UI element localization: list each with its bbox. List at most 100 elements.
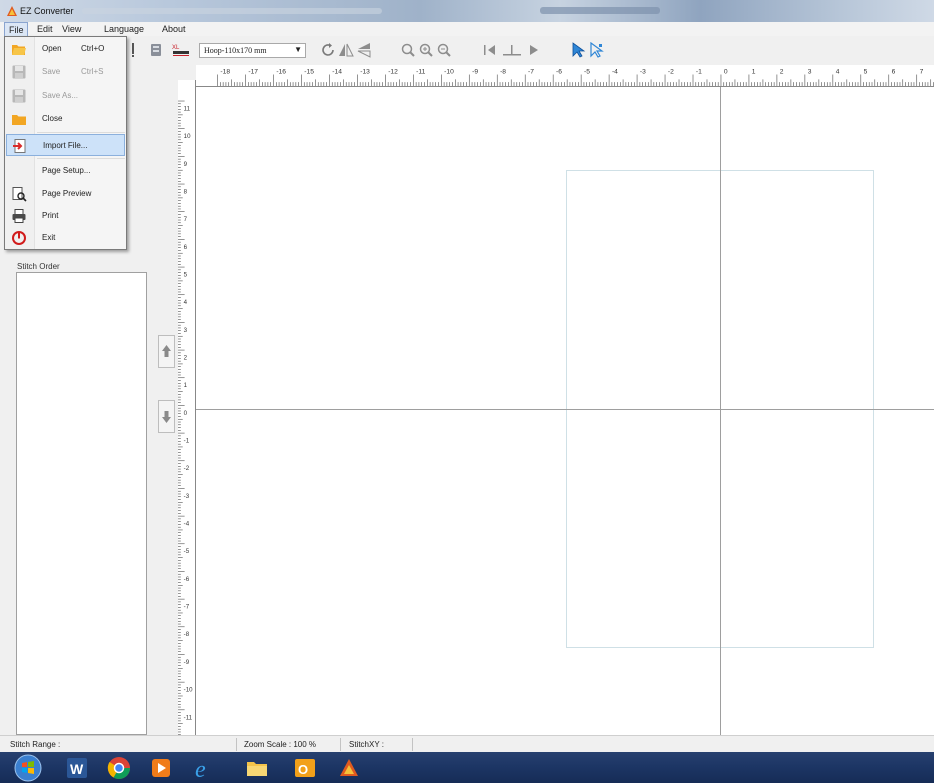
ruler-tick-label: 7 bbox=[920, 69, 924, 76]
taskbar: W e O bbox=[0, 752, 934, 783]
hoop-size-select[interactable]: Hoop-110x170 mm ▼ bbox=[199, 43, 306, 58]
zoom-scale-status: Zoom Scale : 100 % bbox=[244, 740, 317, 749]
vertical-ruler: 11109876543210-1-2-3-4-5-6-7-8-9-10-11 bbox=[178, 80, 196, 735]
stitch-play-icon[interactable] bbox=[526, 42, 542, 58]
zoom-fit-icon[interactable] bbox=[400, 42, 416, 58]
menu-item-print[interactable]: Print bbox=[6, 205, 125, 227]
ruler-tick-label: -5 bbox=[184, 548, 190, 555]
ruler-tick-label: -3 bbox=[184, 493, 190, 500]
page-preview-icon bbox=[12, 187, 27, 202]
menu-item-label: Page Setup... bbox=[42, 166, 91, 175]
menu-view[interactable]: View bbox=[62, 24, 81, 34]
stitch-range-status: Stitch Range : bbox=[10, 740, 61, 749]
stitch-slider-icon[interactable] bbox=[502, 42, 522, 58]
ruler-tick-label: -16 bbox=[276, 69, 286, 76]
menu-item-page-setup[interactable]: Page Setup... bbox=[6, 160, 125, 182]
status-divider bbox=[412, 738, 413, 751]
ruler-tick-label: -1 bbox=[184, 438, 190, 445]
arrow-down-icon bbox=[162, 411, 171, 423]
ruler-tick-label: -18 bbox=[220, 69, 230, 76]
menu-language[interactable]: Language bbox=[104, 24, 144, 34]
menu-item-close[interactable]: Close bbox=[6, 108, 125, 130]
menu-item-exit[interactable]: Exit bbox=[6, 227, 125, 249]
chrome-icon[interactable] bbox=[106, 755, 132, 781]
horizontal-center-line bbox=[196, 409, 934, 410]
design-size-icon[interactable]: XL bbox=[171, 42, 191, 58]
internet-explorer-icon[interactable]: e bbox=[192, 755, 218, 781]
menu-item-page-preview[interactable]: Page Preview bbox=[6, 183, 125, 205]
arrow-up-icon bbox=[162, 345, 171, 357]
ruler-tick-label: -15 bbox=[304, 69, 314, 76]
vertical-center-line bbox=[720, 87, 721, 735]
ruler-tick-label: 6 bbox=[184, 244, 188, 251]
ruler-tick-label: 5 bbox=[864, 69, 868, 76]
menu-item-save[interactable]: Save Ctrl+S bbox=[6, 61, 125, 83]
ruler-tick-label: 2 bbox=[184, 355, 188, 362]
select-pointer-icon[interactable] bbox=[570, 42, 588, 58]
rotate-icon[interactable] bbox=[321, 42, 337, 58]
menu-edit[interactable]: Edit bbox=[37, 24, 53, 34]
menu-separator bbox=[37, 132, 125, 133]
ruler-tick-label: -6 bbox=[184, 576, 190, 583]
stitch-xy-status: StitchXY : bbox=[349, 740, 384, 749]
ruler-tick-label: -2 bbox=[184, 465, 190, 472]
ez-converter-icon[interactable] bbox=[336, 755, 362, 781]
mirror-horizontal-icon[interactable] bbox=[338, 42, 354, 58]
exit-icon bbox=[12, 231, 26, 245]
file-menu-dropdown: Open Ctrl+O Save Ctrl+S Save As... Close… bbox=[4, 36, 127, 250]
stitch-first-icon[interactable] bbox=[482, 42, 500, 58]
ruler-tick-label: 3 bbox=[808, 69, 812, 76]
ruler-tick-label: 4 bbox=[836, 69, 840, 76]
ruler-tick-label: 11 bbox=[184, 105, 191, 112]
ruler-tick-label: -3 bbox=[640, 69, 646, 76]
ruler-tick-label: 5 bbox=[184, 272, 188, 279]
svg-text:XL: XL bbox=[172, 45, 180, 51]
ruler-tick-label: 6 bbox=[892, 69, 896, 76]
app-logo-icon bbox=[7, 6, 17, 16]
menu-item-shortcut: Ctrl+O bbox=[81, 44, 105, 53]
status-divider bbox=[340, 738, 341, 751]
menu-item-label: Exit bbox=[42, 233, 56, 242]
zoom-out-icon[interactable] bbox=[436, 42, 452, 58]
word-icon[interactable]: W bbox=[64, 755, 90, 781]
menu-item-label: Print bbox=[42, 211, 59, 220]
menu-file[interactable]: File bbox=[4, 22, 28, 36]
mirror-vertical-icon[interactable] bbox=[356, 42, 372, 58]
svg-text:O: O bbox=[298, 762, 308, 777]
media-player-icon[interactable] bbox=[148, 755, 174, 781]
thread-color-icon[interactable] bbox=[148, 42, 166, 58]
node-select-icon[interactable] bbox=[588, 42, 606, 58]
file-explorer-icon[interactable] bbox=[244, 755, 270, 781]
svg-text:e: e bbox=[195, 757, 206, 781]
folder-open-icon bbox=[12, 45, 26, 55]
menu-item-label: Import File... bbox=[43, 141, 88, 150]
title-bar-decoration bbox=[540, 7, 660, 14]
zoom-in-icon[interactable] bbox=[418, 42, 434, 58]
stitch-order-list[interactable] bbox=[16, 272, 147, 735]
ruler-tick-label: -2 bbox=[668, 69, 674, 76]
floppy-icon bbox=[12, 89, 26, 103]
menu-separator bbox=[37, 158, 125, 159]
ruler-tick-label: 2 bbox=[780, 69, 784, 76]
menu-item-open[interactable]: Open Ctrl+O bbox=[6, 38, 125, 60]
ruler-tick-label: -7 bbox=[528, 69, 534, 76]
move-up-button[interactable] bbox=[158, 335, 175, 368]
menu-item-import-file[interactable]: Import File... bbox=[6, 134, 125, 156]
move-down-button[interactable] bbox=[158, 400, 175, 433]
menu-item-label: Close bbox=[42, 114, 63, 123]
horizontal-ruler: -18 -17 -16 -15 -14 -13 -12 -11 -10 -9 -8 -7 -6 -5 -4-… bbox=[196, 65, 934, 87]
menu-item-shortcut: Ctrl+S bbox=[81, 67, 104, 76]
menu-about[interactable]: About bbox=[162, 24, 186, 34]
title-bar: EZ Converter bbox=[0, 0, 934, 22]
ruler-tick-label: -10 bbox=[184, 687, 193, 694]
status-bar: Stitch Range : Zoom Scale : 100 % Stitch… bbox=[0, 735, 934, 752]
status-divider bbox=[236, 738, 237, 751]
chevron-down-icon: ▼ bbox=[294, 45, 302, 54]
ruler-tick-label: -9 bbox=[184, 659, 190, 666]
outlook-icon[interactable]: O bbox=[292, 755, 318, 781]
ruler-tick-label: -4 bbox=[184, 521, 190, 528]
ruler-tick-label: 10 bbox=[184, 133, 191, 140]
menu-item-save-as[interactable]: Save As... bbox=[6, 85, 125, 107]
start-orb-icon[interactable] bbox=[14, 754, 42, 782]
ruler-tick-label: -1 bbox=[696, 69, 702, 76]
